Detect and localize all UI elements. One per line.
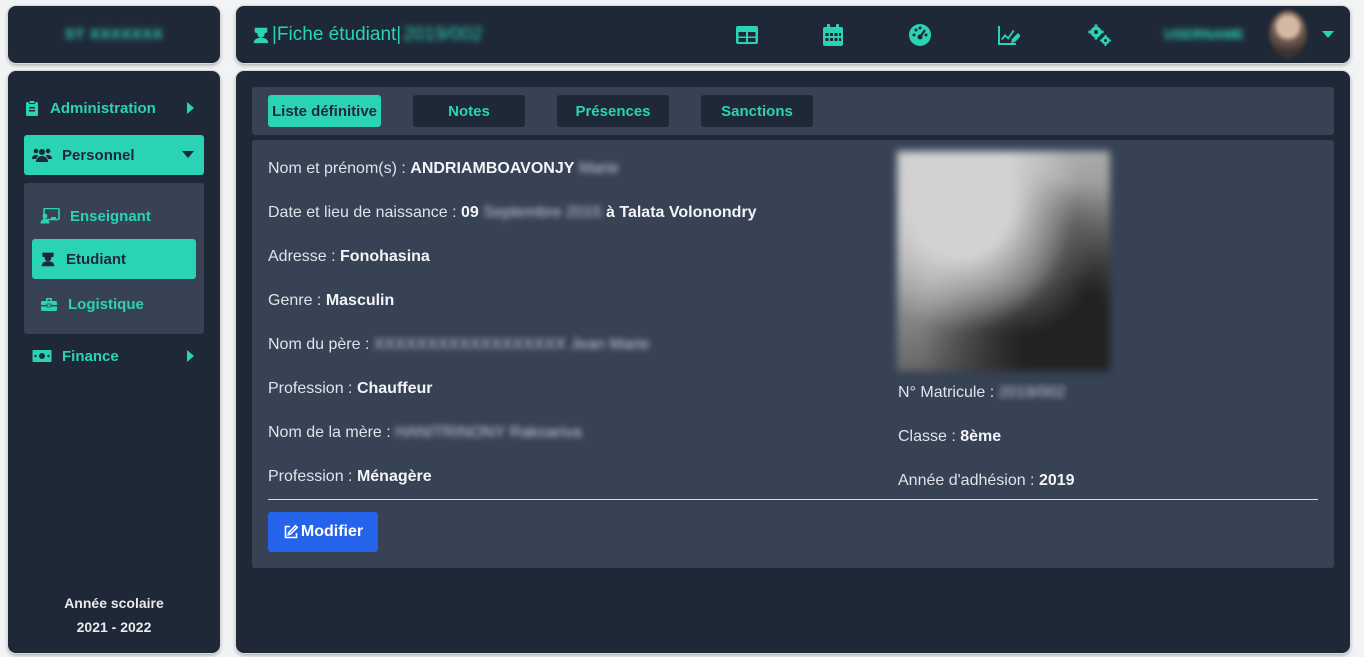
sidebar-item-etudiant[interactable]: Etudiant [32, 239, 196, 279]
sidebar-item-label: Enseignant [70, 207, 151, 225]
field-matricule: N° Matricule : 2019/002 [898, 384, 1065, 402]
field-hidden-value: Marie [578, 160, 619, 177]
page-title: |Fiche étudiant| 2019/002 [252, 24, 482, 46]
field-father-profession: Profession : Chauffeur [268, 380, 433, 398]
field-hidden-value: XXXXXXXXXXXXXXXXXX [373, 336, 566, 353]
field-label: Profession : [268, 468, 357, 485]
student-icon [41, 252, 55, 267]
field-label: Date et lieu de naissance : [268, 204, 462, 221]
field-father: Nom du père : XXXXXXXXXXXXXXXXXX Jean Ma… [268, 336, 650, 354]
caret-right-icon [187, 102, 194, 114]
field-hidden-value: 2019/002 [998, 384, 1066, 401]
student-icon [253, 27, 269, 44]
sidebar-item-label: Administration [50, 99, 156, 117]
tab-notes[interactable]: Notes [413, 95, 525, 127]
field-birth: Date et lieu de naissance : 09 Septembre… [268, 204, 757, 222]
sidebar-item-label: Personnel [62, 146, 135, 164]
sidebar-item-logistique[interactable]: Logistique [40, 287, 196, 321]
field-address: Adresse : Fonohasina [268, 248, 430, 266]
field-value: Chauffeur [356, 380, 433, 397]
dashboard-icon[interactable] [906, 21, 934, 49]
field-hidden-value: Septembre 2015 [483, 204, 602, 221]
tab-presences[interactable]: Présences [557, 95, 669, 127]
modify-button-label: Modifier [300, 523, 364, 540]
brand-name: ST XXXXXXX [64, 26, 164, 43]
calendar-icon[interactable] [819, 21, 847, 49]
field-value: Masculin [325, 292, 395, 309]
teacher-icon [40, 208, 60, 224]
sidebar-item-finance[interactable]: Finance [32, 338, 204, 374]
field-value: ANDRIAMBOAVONJY [410, 160, 575, 177]
table-icon[interactable] [733, 21, 761, 49]
caret-right-icon [187, 350, 194, 362]
caret-down-icon [182, 151, 194, 158]
page-title-text: |Fiche étudiant| [272, 24, 402, 45]
field-label: Classe : [898, 428, 961, 445]
field-mother-profession: Profession : Ménagère [268, 468, 432, 486]
divider [268, 499, 1318, 500]
tab-sanctions[interactable]: Sanctions [701, 95, 813, 127]
sidebar-item-label: Logistique [68, 295, 144, 313]
money-icon [32, 350, 52, 362]
field-value: Ménagère [356, 468, 432, 485]
field-hidden-value: Jean Marie [570, 336, 650, 353]
user-name[interactable]: USERNAME [1164, 26, 1244, 42]
top-bar: |Fiche étudiant| 2019/002 USERNAME [236, 6, 1350, 63]
field-label: N° Matricule : [898, 384, 999, 401]
users-icon [32, 148, 52, 162]
sidebar-item-label: Finance [62, 347, 119, 365]
field-value: 2019 [1038, 472, 1075, 489]
field-gender: Genre : Masculin [268, 292, 394, 310]
field-value: 09 [461, 204, 479, 221]
field-class: Classe : 8ème [898, 428, 1001, 446]
field-hidden-value: HANITRINONY Rakoariva [395, 424, 582, 441]
school-year-label: Année scolaire [64, 595, 164, 611]
tab-liste-definitive[interactable]: Liste définitive [268, 95, 381, 127]
field-label: Adresse : [268, 248, 341, 265]
clipboard-icon [26, 100, 38, 116]
field-value: à Talata Volonondry [606, 204, 757, 221]
modify-button[interactable]: Modifier [268, 512, 378, 552]
field-label: Nom et prénom(s) : [268, 160, 411, 177]
field-name: Nom et prénom(s) : ANDRIAMBOAVONJY Marie [268, 160, 619, 178]
sidebar-item-enseignant[interactable]: Enseignant [40, 199, 196, 233]
avatar[interactable] [1269, 10, 1307, 58]
sidebar-item-administration[interactable]: Administration [24, 90, 204, 126]
sidebar-item-label: Etudiant [66, 250, 126, 268]
chart-edit-icon[interactable] [994, 21, 1022, 49]
field-label: Profession : [268, 380, 357, 397]
field-label: Nom de la mère : [268, 424, 396, 441]
toolbox-icon [41, 298, 57, 311]
school-year: Année scolaire 2021 - 2022 [8, 591, 220, 639]
field-value: Fonohasina [340, 248, 430, 265]
field-label: Nom du père : [268, 336, 374, 353]
field-join-year: Année d'adhésion : 2019 [898, 472, 1075, 490]
student-photo [897, 151, 1110, 371]
edit-icon [284, 524, 299, 539]
field-value: 8ème [960, 428, 1002, 445]
cogs-icon[interactable] [1086, 21, 1114, 49]
page-title-id: 2019/002 [403, 24, 483, 45]
field-label: Genre : [268, 292, 326, 309]
school-year-value: 2021 - 2022 [76, 619, 152, 635]
caret-down-icon[interactable] [1322, 30, 1334, 40]
brand-panel: ST XXXXXXX [8, 6, 220, 63]
field-mother: Nom de la mère : HANITRINONY Rakoariva [268, 424, 582, 442]
sidebar-item-personnel[interactable]: Personnel [24, 135, 204, 175]
field-label: Année d'adhésion : [898, 472, 1039, 489]
